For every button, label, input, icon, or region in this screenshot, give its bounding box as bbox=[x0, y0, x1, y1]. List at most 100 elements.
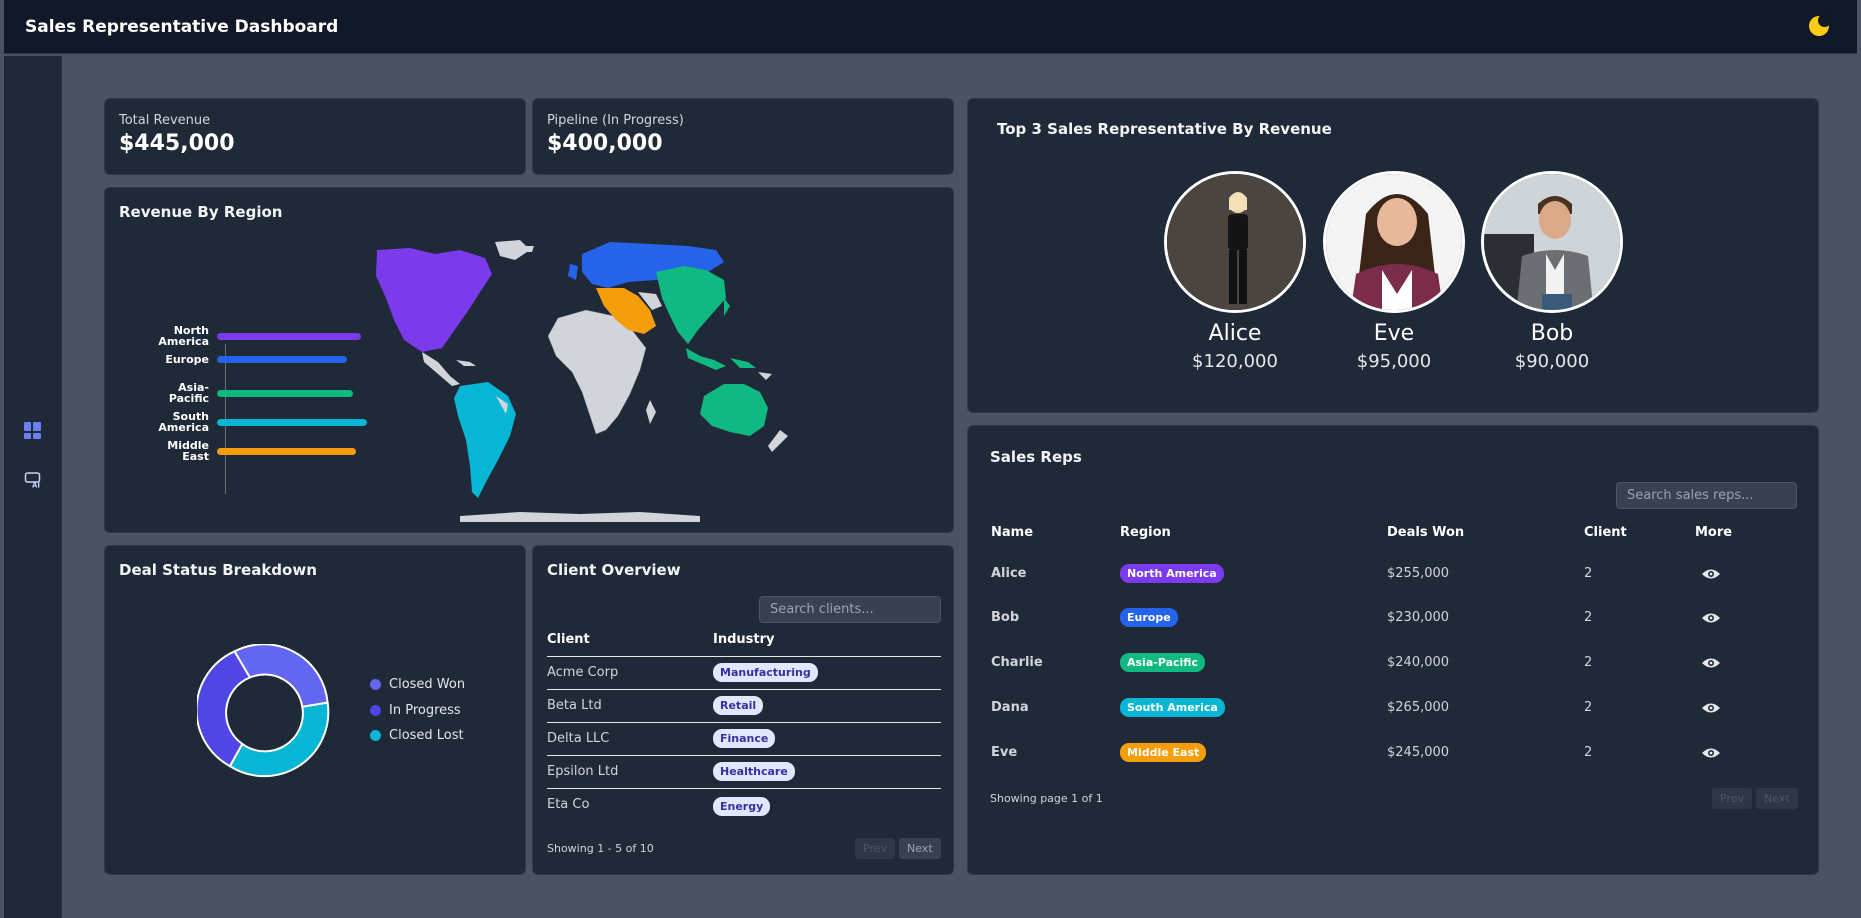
legend-closed-lost: Closed Lost bbox=[370, 728, 464, 743]
region-bar[interactable] bbox=[217, 389, 353, 397]
region-bar-row: Middle East bbox=[147, 440, 356, 462]
client-column-header: Client bbox=[1584, 525, 1627, 540]
legend-label: Closed Won bbox=[389, 677, 466, 692]
region-bar-label: North America bbox=[158, 324, 209, 348]
sales-reps-next-button[interactable]: Next bbox=[1756, 788, 1798, 809]
top-rep-revenue: $95,000 bbox=[1356, 351, 1432, 372]
industry-badge: Retail bbox=[713, 696, 764, 715]
legend-in-progress: In Progress bbox=[370, 703, 461, 718]
pipeline-label: Pipeline (In Progress) bbox=[547, 113, 684, 128]
industry-badge: Energy bbox=[713, 797, 771, 816]
legend-label: In Progress bbox=[389, 703, 461, 718]
top-rep-revenue: $120,000 bbox=[1192, 351, 1278, 372]
name-column-header: Name bbox=[991, 525, 1034, 540]
legend-dot bbox=[370, 705, 381, 716]
deal-status-card: Deal Status Breakdown Closed Won In Prog… bbox=[104, 545, 526, 875]
rep-name: Bob bbox=[991, 610, 1020, 625]
avatar bbox=[1164, 171, 1306, 313]
client-overview-card: Client Overview Client Industry Acme Cor… bbox=[532, 545, 954, 875]
moon-icon[interactable] bbox=[1809, 14, 1831, 36]
client-column-header: Client bbox=[547, 632, 590, 647]
client-next-button[interactable]: Next bbox=[899, 838, 941, 859]
industry-badge: Finance bbox=[713, 729, 776, 748]
region-bar[interactable] bbox=[217, 418, 367, 426]
industry-badge: Healthcare bbox=[713, 762, 795, 781]
client-count: 2 bbox=[1584, 610, 1593, 625]
avatar bbox=[1481, 171, 1623, 313]
avatar bbox=[1323, 171, 1465, 313]
eye-icon[interactable] bbox=[1701, 612, 1721, 624]
legend-closed-won: Closed Won bbox=[370, 677, 465, 692]
total-revenue-card: Total Revenue $445,000 bbox=[104, 98, 526, 175]
app-title: Sales Representative Dashboard bbox=[25, 16, 339, 37]
rep-name: Eve bbox=[991, 745, 1018, 760]
more-column-header: More bbox=[1695, 525, 1733, 540]
industry-badge: Manufacturing bbox=[713, 663, 818, 682]
region-bar-row: South America bbox=[147, 411, 367, 433]
eye-icon[interactable] bbox=[1701, 657, 1721, 669]
sales-reps-search-input[interactable] bbox=[1616, 482, 1797, 509]
region-bar[interactable] bbox=[217, 332, 361, 340]
sales-reps-title: Sales Reps bbox=[990, 448, 1082, 466]
total-revenue-value: $445,000 bbox=[119, 131, 235, 156]
region-badge: South America bbox=[1120, 698, 1225, 717]
svg-text:AI: AI bbox=[32, 482, 40, 490]
pipeline-value: $400,000 bbox=[547, 131, 663, 156]
top-rep-name: Alice bbox=[1208, 321, 1262, 346]
client-overview-title: Client Overview bbox=[547, 561, 681, 579]
sales-reps-prev-button[interactable]: Prev bbox=[1712, 788, 1752, 809]
region-column-header: Region bbox=[1120, 525, 1171, 540]
eye-icon[interactable] bbox=[1701, 702, 1721, 714]
total-revenue-label: Total Revenue bbox=[119, 113, 211, 128]
row-divider bbox=[547, 689, 941, 690]
client-name: Acme Corp bbox=[547, 665, 619, 680]
row-divider bbox=[547, 722, 941, 723]
pipeline-card: Pipeline (In Progress) $400,000 bbox=[532, 98, 954, 175]
legend-dot bbox=[370, 730, 381, 741]
client-name: Delta LLC bbox=[547, 731, 610, 746]
dashboard-icon[interactable] bbox=[24, 422, 42, 440]
region-badge: Asia-Pacific bbox=[1120, 653, 1205, 672]
client-name: Eta Co bbox=[547, 797, 590, 812]
region-bar[interactable] bbox=[217, 447, 356, 455]
deals-column-header: Deals Won bbox=[1387, 525, 1465, 540]
client-count: 2 bbox=[1584, 745, 1593, 760]
region-bar[interactable] bbox=[217, 356, 347, 363]
region-bar-label: Europe bbox=[165, 353, 209, 366]
top-bar: Sales Representative Dashboard bbox=[4, 0, 1857, 54]
region-badge: Middle East bbox=[1120, 743, 1207, 762]
client-count: 2 bbox=[1584, 655, 1593, 670]
rep-name: Charlie bbox=[991, 655, 1043, 670]
world-map bbox=[376, 240, 788, 522]
eye-icon[interactable] bbox=[1701, 568, 1721, 580]
region-bar-label: Middle East bbox=[167, 439, 209, 463]
deal-status-donut bbox=[197, 644, 330, 778]
region-bar-label: South America bbox=[158, 410, 209, 434]
client-prev-button[interactable]: Prev bbox=[855, 838, 895, 859]
row-divider bbox=[547, 788, 941, 789]
rep-name: Alice bbox=[991, 566, 1027, 581]
top-rep-name: Eve bbox=[1373, 321, 1415, 346]
deals-won-value: $265,000 bbox=[1387, 700, 1450, 715]
deals-won-value: $245,000 bbox=[1387, 745, 1450, 760]
client-count: 2 bbox=[1584, 566, 1593, 581]
top-rep-revenue: $90,000 bbox=[1514, 351, 1590, 372]
industry-column-header: Industry bbox=[713, 632, 775, 647]
client-search-input[interactable] bbox=[759, 596, 941, 623]
top-reps-title: Top 3 Sales Representative By Revenue bbox=[997, 120, 1332, 138]
ai-icon[interactable]: AI bbox=[24, 471, 42, 489]
region-bar-label: Asia-Pacific bbox=[168, 381, 209, 405]
region-badge: Europe bbox=[1120, 608, 1178, 627]
client-count: 2 bbox=[1584, 700, 1593, 715]
revenue-by-region-title: Revenue By Region bbox=[119, 203, 283, 221]
deal-status-title: Deal Status Breakdown bbox=[119, 561, 317, 579]
deals-won-value: $230,000 bbox=[1387, 610, 1450, 625]
row-divider bbox=[547, 755, 941, 756]
revenue-by-region-card: Revenue By Region North America Europe A… bbox=[104, 187, 954, 533]
deals-won-value: $240,000 bbox=[1387, 655, 1450, 670]
row-divider bbox=[547, 656, 941, 657]
region-bar-row: North America bbox=[147, 325, 361, 347]
eye-icon[interactable] bbox=[1701, 747, 1721, 759]
sales-reps-card: Sales Reps Name Region Deals Won Client … bbox=[967, 425, 1819, 875]
client-name: Beta Ltd bbox=[547, 698, 602, 713]
